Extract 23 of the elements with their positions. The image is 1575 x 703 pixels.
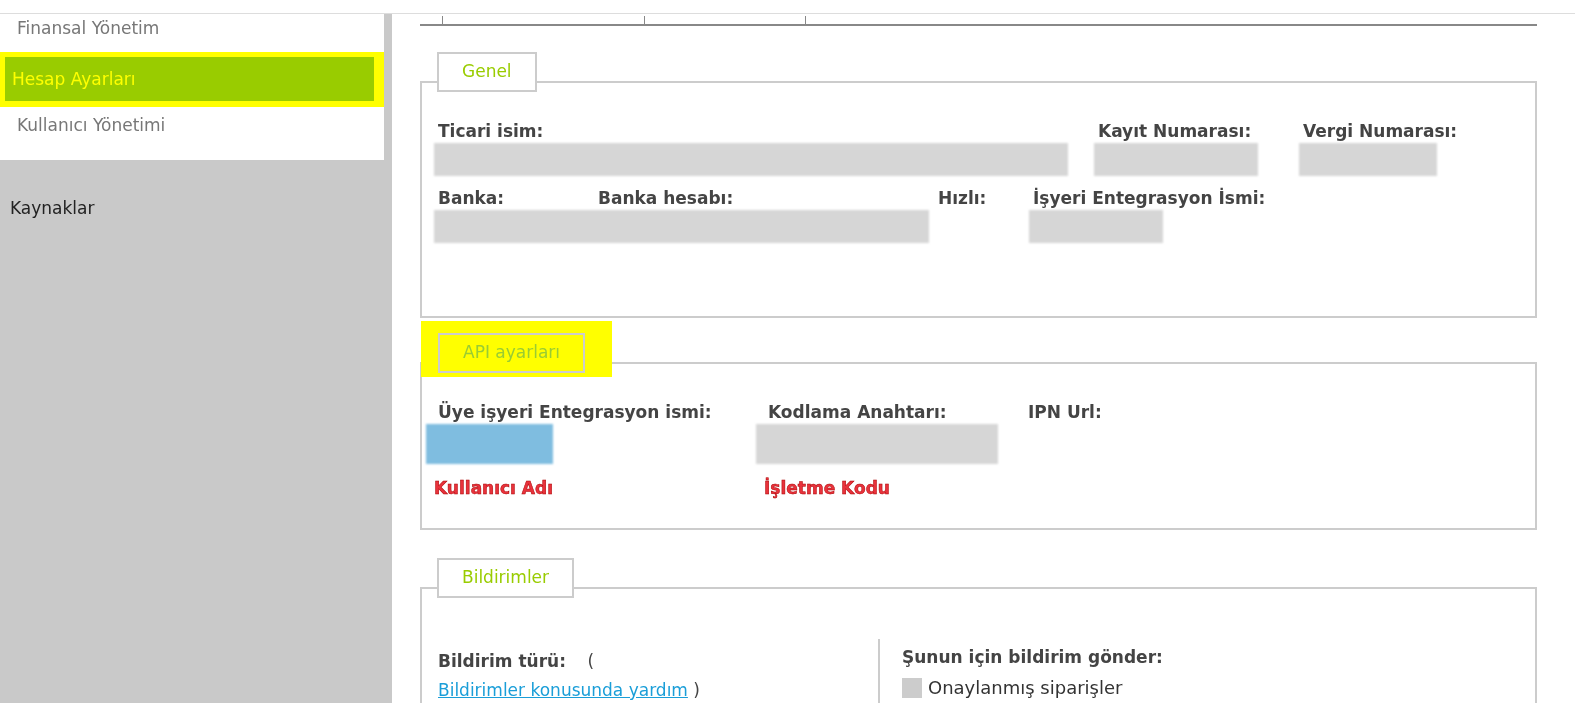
checkbox-label: Onaylanmış siparişler <box>928 677 1123 698</box>
field-label: İşyeri Entegrasyon İsmi: <box>1033 188 1267 208</box>
field-label: Banka: <box>438 188 506 208</box>
field-label: Üye işyeri Entegrasyon ismi: <box>438 402 713 422</box>
section-legend: Genel <box>437 52 537 92</box>
checkbox[interactable] <box>902 677 922 698</box>
sidebar-item[interactable]: Finansal Yönetim <box>5 14 374 52</box>
section-legend: Bildirimler <box>437 558 575 598</box>
help-text: Bildirim türü: ( Bildirimler konusunda yardım ) <box>438 650 701 702</box>
sidebar-section-title: Kaynaklar <box>9 198 96 218</box>
field-label: IPN Url: <box>1028 402 1103 422</box>
help-link[interactable]: Bildirimler konusunda yardım <box>438 680 688 700</box>
field-label: Banka hesabı: <box>598 188 735 208</box>
field-label: Şunun için bildirim gönder: <box>902 647 1163 667</box>
field-label: Kayıt Numarası: <box>1098 121 1253 141</box>
field-label: Kodlama Anahtarı: <box>768 402 948 422</box>
sidebar-item[interactable]: Kullanıcı Yönetimi <box>5 107 374 149</box>
field-label: Hızlı: <box>938 188 988 208</box>
field-label: Ticari isim: <box>438 121 545 141</box>
annotation-label: Kullanıcı Adı <box>434 478 554 498</box>
field-label: Vergi Numarası: <box>1303 121 1459 141</box>
section-legend: API ayarları <box>438 333 586 373</box>
annotation-label: İşletme Kodu <box>764 478 891 498</box>
